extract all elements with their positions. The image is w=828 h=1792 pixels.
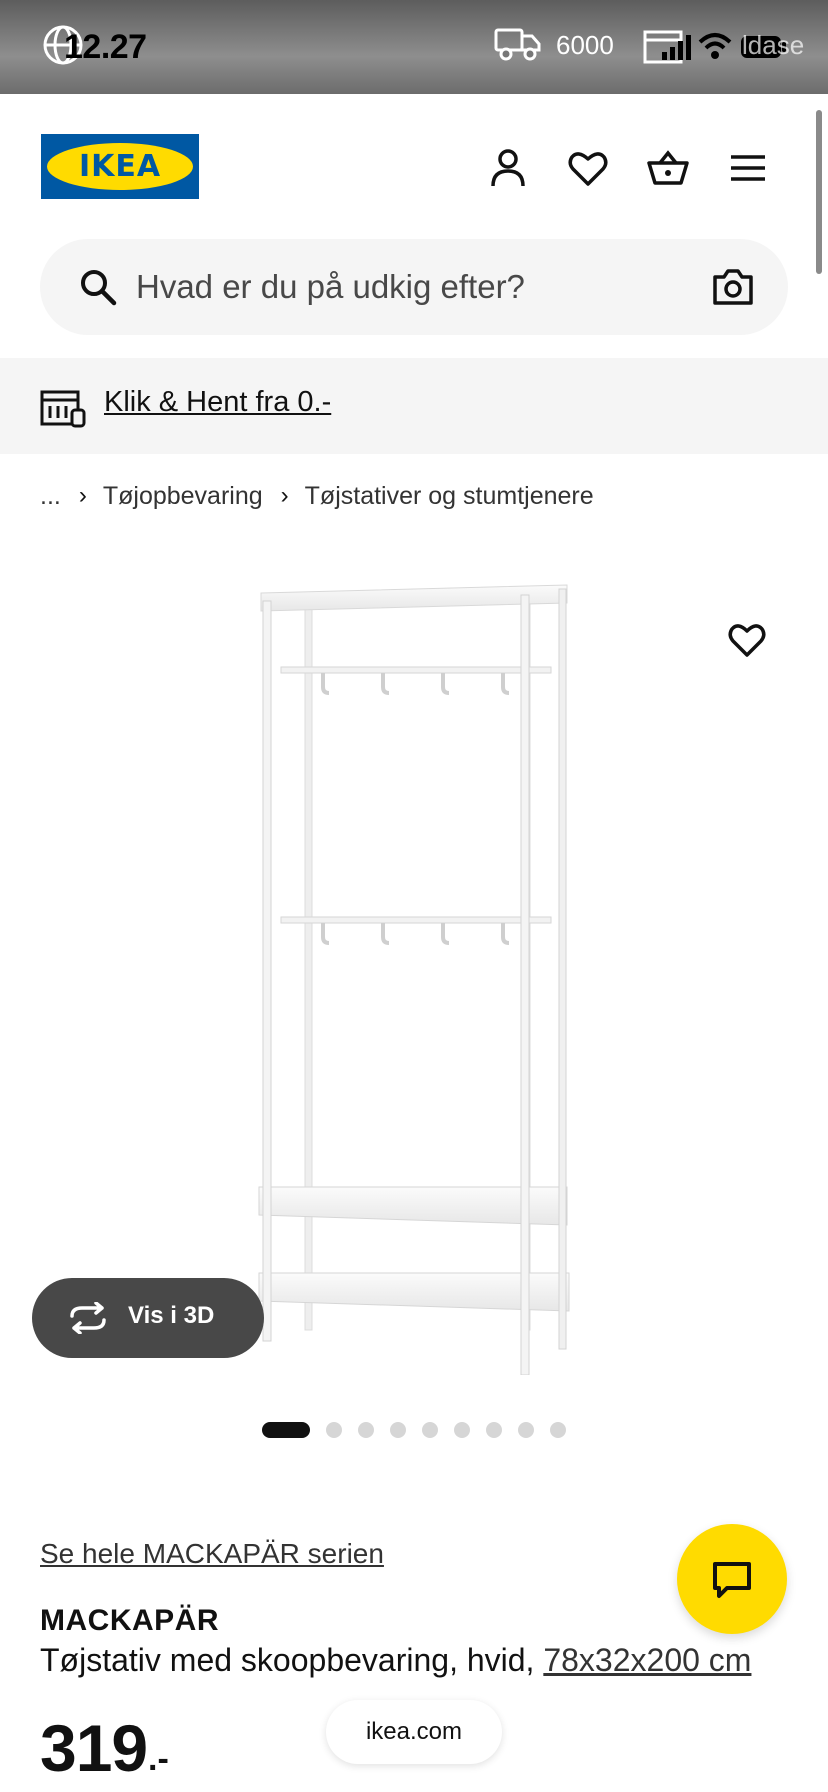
search-bar[interactable] <box>40 239 788 335</box>
pagination-dot[interactable] <box>550 1422 566 1438</box>
status-overlay-text: ldase <box>742 30 805 60</box>
breadcrumb-ellipsis[interactable]: ... <box>40 482 61 511</box>
breadcrumb-item-clothes-storage[interactable]: Tøjopbevaring <box>103 482 263 511</box>
wifi-icon <box>698 33 732 59</box>
product-gallery[interactable] <box>0 540 828 1390</box>
click-collect-link[interactable]: Klik & Hent fra 0.- <box>104 386 331 419</box>
breadcrumb-item-clothes-racks[interactable]: Tøjstativer og stumtjenere <box>305 482 594 511</box>
profile-icon[interactable] <box>486 146 530 190</box>
signal-icon <box>662 35 691 60</box>
search-input[interactable] <box>136 263 656 311</box>
product-price: 319 <box>40 1711 148 1785</box>
product-image[interactable] <box>255 575 575 1375</box>
breadcrumb: ... › Tøjopbevaring › Tøjstativer og stu… <box>40 480 594 512</box>
favorites-icon[interactable] <box>566 146 610 190</box>
pagination-dot[interactable] <box>454 1422 470 1438</box>
product-description-text: Tøjstativ med skoopbevaring, hvid, <box>40 1642 544 1678</box>
pagination-dot[interactable] <box>390 1422 406 1438</box>
camera-icon[interactable] <box>712 267 754 307</box>
save-favorite-icon[interactable] <box>727 620 767 660</box>
series-link[interactable]: Se hele MACKAPÄR serien <box>40 1538 384 1570</box>
click-collect-banner: Klik & Hent fra 0.- <box>0 358 828 454</box>
pagination-dot[interactable] <box>486 1422 502 1438</box>
chat-icon <box>713 1562 751 1598</box>
pagination-dot[interactable] <box>326 1422 342 1438</box>
search-icon[interactable] <box>78 267 118 307</box>
browser-url-pill[interactable]: ikea.com <box>326 1700 502 1764</box>
chevron-right-icon: › <box>280 482 289 509</box>
product-dimensions-link[interactable]: 78x32x200 cm <box>543 1642 751 1678</box>
page-scrollbar[interactable] <box>816 110 822 274</box>
cart-icon[interactable] <box>646 146 690 190</box>
chevron-right-icon: › <box>78 482 87 509</box>
site-header: IKEA <box>0 94 828 234</box>
delivery-value: 6000 <box>556 30 614 60</box>
product-name: MACKAPÄR <box>40 1604 219 1637</box>
chat-button[interactable] <box>677 1524 787 1634</box>
price-suffix: .- <box>148 1740 169 1778</box>
logo-text: IKEA <box>78 149 162 184</box>
pagination-dot[interactable] <box>422 1422 438 1438</box>
status-bar: 12.27 6000 ldase <box>0 0 828 94</box>
store-pickup-icon <box>40 390 86 428</box>
product-description: Tøjstativ med skoopbevaring, hvid, 78x32… <box>40 1642 751 1679</box>
menu-icon[interactable] <box>726 146 770 190</box>
pagination-dot[interactable] <box>518 1422 534 1438</box>
rotate-3d-icon <box>70 1302 106 1334</box>
view-in-3d-button[interactable]: Vis i 3D <box>32 1278 264 1358</box>
ikea-logo[interactable]: IKEA <box>41 134 199 199</box>
pagination-dot-active[interactable] <box>262 1422 310 1438</box>
gallery-pagination[interactable] <box>262 1422 582 1438</box>
delivery-truck-icon <box>494 28 541 61</box>
status-time: 12.27 <box>64 28 147 66</box>
pagination-dot[interactable] <box>358 1422 374 1438</box>
view-in-3d-label: Vis i 3D <box>128 1302 215 1329</box>
